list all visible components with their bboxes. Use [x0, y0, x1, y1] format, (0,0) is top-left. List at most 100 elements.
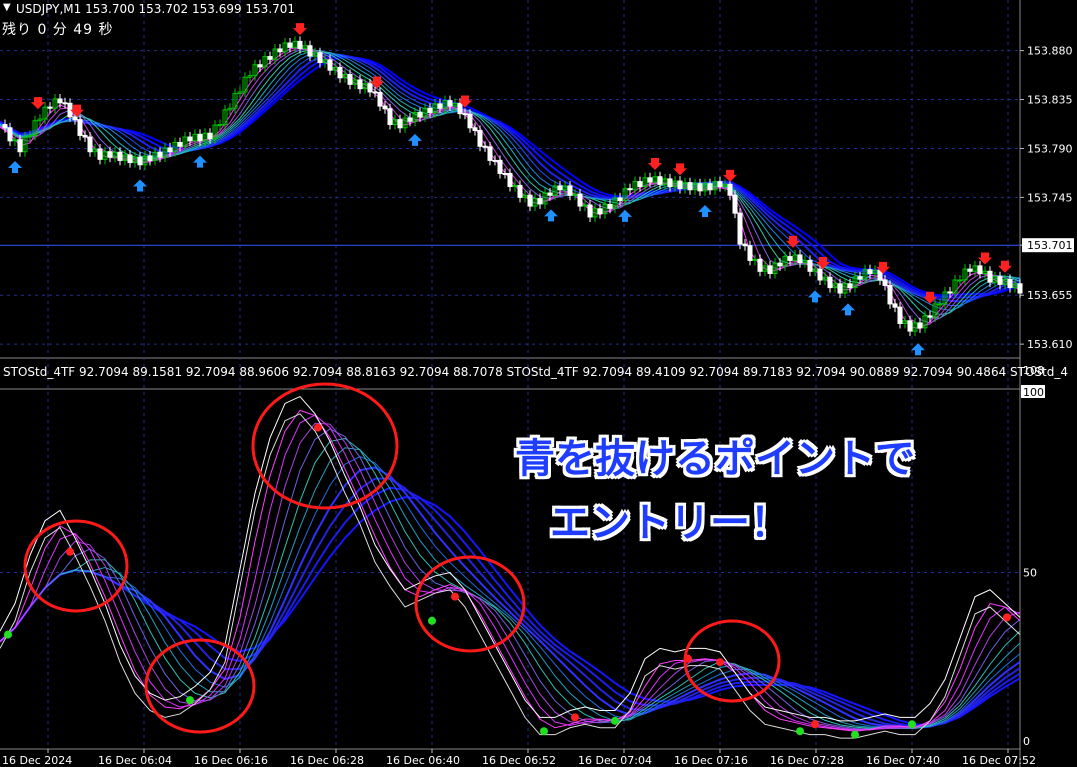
- osc-buy-dot: [908, 720, 916, 729]
- candle-bear: [382, 105, 388, 110]
- candle-bear: [627, 188, 633, 191]
- candle-bear: [197, 133, 203, 142]
- time-tick-label: 16 Dec 07:04: [578, 754, 652, 767]
- candle-bear: [517, 184, 523, 198]
- osc-buy-dot: [186, 696, 194, 705]
- candle-bear: [57, 98, 63, 104]
- symbol-dropdown-icon[interactable]: ▼: [3, 2, 11, 13]
- candle-bear: [742, 243, 748, 247]
- candle-bull: [937, 303, 943, 306]
- candle-bear: [697, 183, 703, 192]
- candle-bear: [947, 291, 953, 294]
- candle-bear: [487, 146, 493, 161]
- candle-bear: [372, 91, 378, 94]
- candle-bear: [882, 279, 888, 286]
- buy-arrow-icon: [618, 209, 632, 222]
- candle-bear: [907, 320, 913, 332]
- candle-bear: [577, 193, 583, 207]
- time-tick-label: 16 Dec 07:40: [866, 754, 940, 767]
- candle-bear: [597, 208, 603, 215]
- candle-bear: [367, 83, 373, 93]
- price-tick-label: 153.655: [1027, 289, 1073, 302]
- osc-sell-dot: [451, 592, 459, 601]
- candle-bear: [767, 265, 773, 274]
- candle-bear: [157, 151, 163, 158]
- candle-bear: [867, 269, 873, 274]
- candle-bear: [897, 306, 903, 324]
- candle-bear: [657, 176, 663, 185]
- osc-sell-dot: [1003, 613, 1011, 622]
- candle-bear: [647, 177, 653, 183]
- candle-bear: [317, 52, 323, 64]
- candle-bear: [127, 154, 133, 164]
- candle-bear: [637, 181, 643, 187]
- candle-bear: [477, 130, 483, 147]
- time-tick-label: 16 Dec 07:28: [770, 754, 844, 767]
- price-tick-label: 153.610: [1027, 338, 1073, 351]
- candle-bear: [167, 147, 173, 153]
- candle-bear: [407, 117, 413, 122]
- candle-bear: [827, 276, 833, 289]
- candle-bear: [462, 113, 468, 116]
- candle-bear: [472, 127, 478, 132]
- osc-buy-dot: [796, 727, 804, 736]
- candle-bear: [537, 197, 543, 205]
- candle-bear: [757, 258, 763, 272]
- buy-arrow-icon: [911, 343, 925, 356]
- time-tick-label: 16 Dec 06:28: [290, 754, 364, 767]
- candle-bear: [347, 74, 353, 85]
- candle-bear: [177, 141, 183, 147]
- candle-bull: [957, 279, 963, 282]
- buy-arrow-icon: [698, 205, 712, 218]
- buy-arrow-icon: [133, 179, 147, 192]
- price-tick-label: 153.835: [1027, 94, 1073, 107]
- candle-bear: [82, 134, 88, 138]
- time-tick-label: 16 Dec 06:04: [98, 754, 172, 767]
- osc-tick-label: 0: [1023, 735, 1030, 748]
- candle-bear: [437, 103, 443, 109]
- osc-buy-dot: [851, 730, 859, 739]
- candle-bear: [77, 119, 83, 136]
- candle-bear: [337, 66, 343, 79]
- candle-bear: [387, 108, 393, 126]
- candle-bear: [377, 91, 383, 107]
- candle-bear: [847, 283, 853, 289]
- candle-bear: [677, 180, 683, 190]
- candle-bear: [497, 159, 503, 174]
- price-tick-label: 153.790: [1027, 142, 1073, 155]
- candle-bear: [727, 183, 733, 196]
- candle-bear: [687, 182, 693, 191]
- candle-bear: [1017, 283, 1023, 294]
- candle-bear: [567, 185, 573, 196]
- sell-arrow-icon: [998, 260, 1012, 273]
- candle-bear: [892, 303, 898, 308]
- candle-bear: [287, 42, 293, 48]
- candle-bear: [807, 259, 813, 272]
- candle-timer: 残り 0 分 49 秒: [2, 22, 114, 38]
- candle-bear: [277, 48, 283, 53]
- candle-bear: [887, 284, 893, 305]
- osc-buy-dot: [540, 727, 548, 736]
- osc-sell-dot: [811, 720, 819, 729]
- candle-bear: [977, 265, 983, 274]
- candle-bear: [47, 106, 53, 109]
- osc-sell-dot: [571, 713, 579, 722]
- sell-arrow-icon: [786, 235, 800, 248]
- annotation-line-1: 青を抜けるポイントで: [515, 436, 915, 482]
- sell-arrow-icon: [293, 23, 307, 36]
- buy-arrow-icon: [193, 155, 207, 168]
- osc-buy-dot: [428, 616, 436, 625]
- candle-bear: [527, 194, 533, 207]
- candle-bear: [717, 181, 723, 187]
- candle-bear: [547, 192, 553, 196]
- candle-bear: [297, 40, 303, 49]
- candle-bear: [482, 145, 488, 148]
- price-tick-label: 153.880: [1027, 45, 1073, 58]
- candle-bear: [777, 262, 783, 267]
- time-tick-label: 16 Dec 07:16: [674, 754, 748, 767]
- candle-bear: [707, 183, 713, 191]
- candle-bull: [217, 124, 223, 127]
- candle-bear: [787, 256, 793, 261]
- candle-bear: [837, 283, 843, 294]
- candle-bear: [987, 270, 993, 283]
